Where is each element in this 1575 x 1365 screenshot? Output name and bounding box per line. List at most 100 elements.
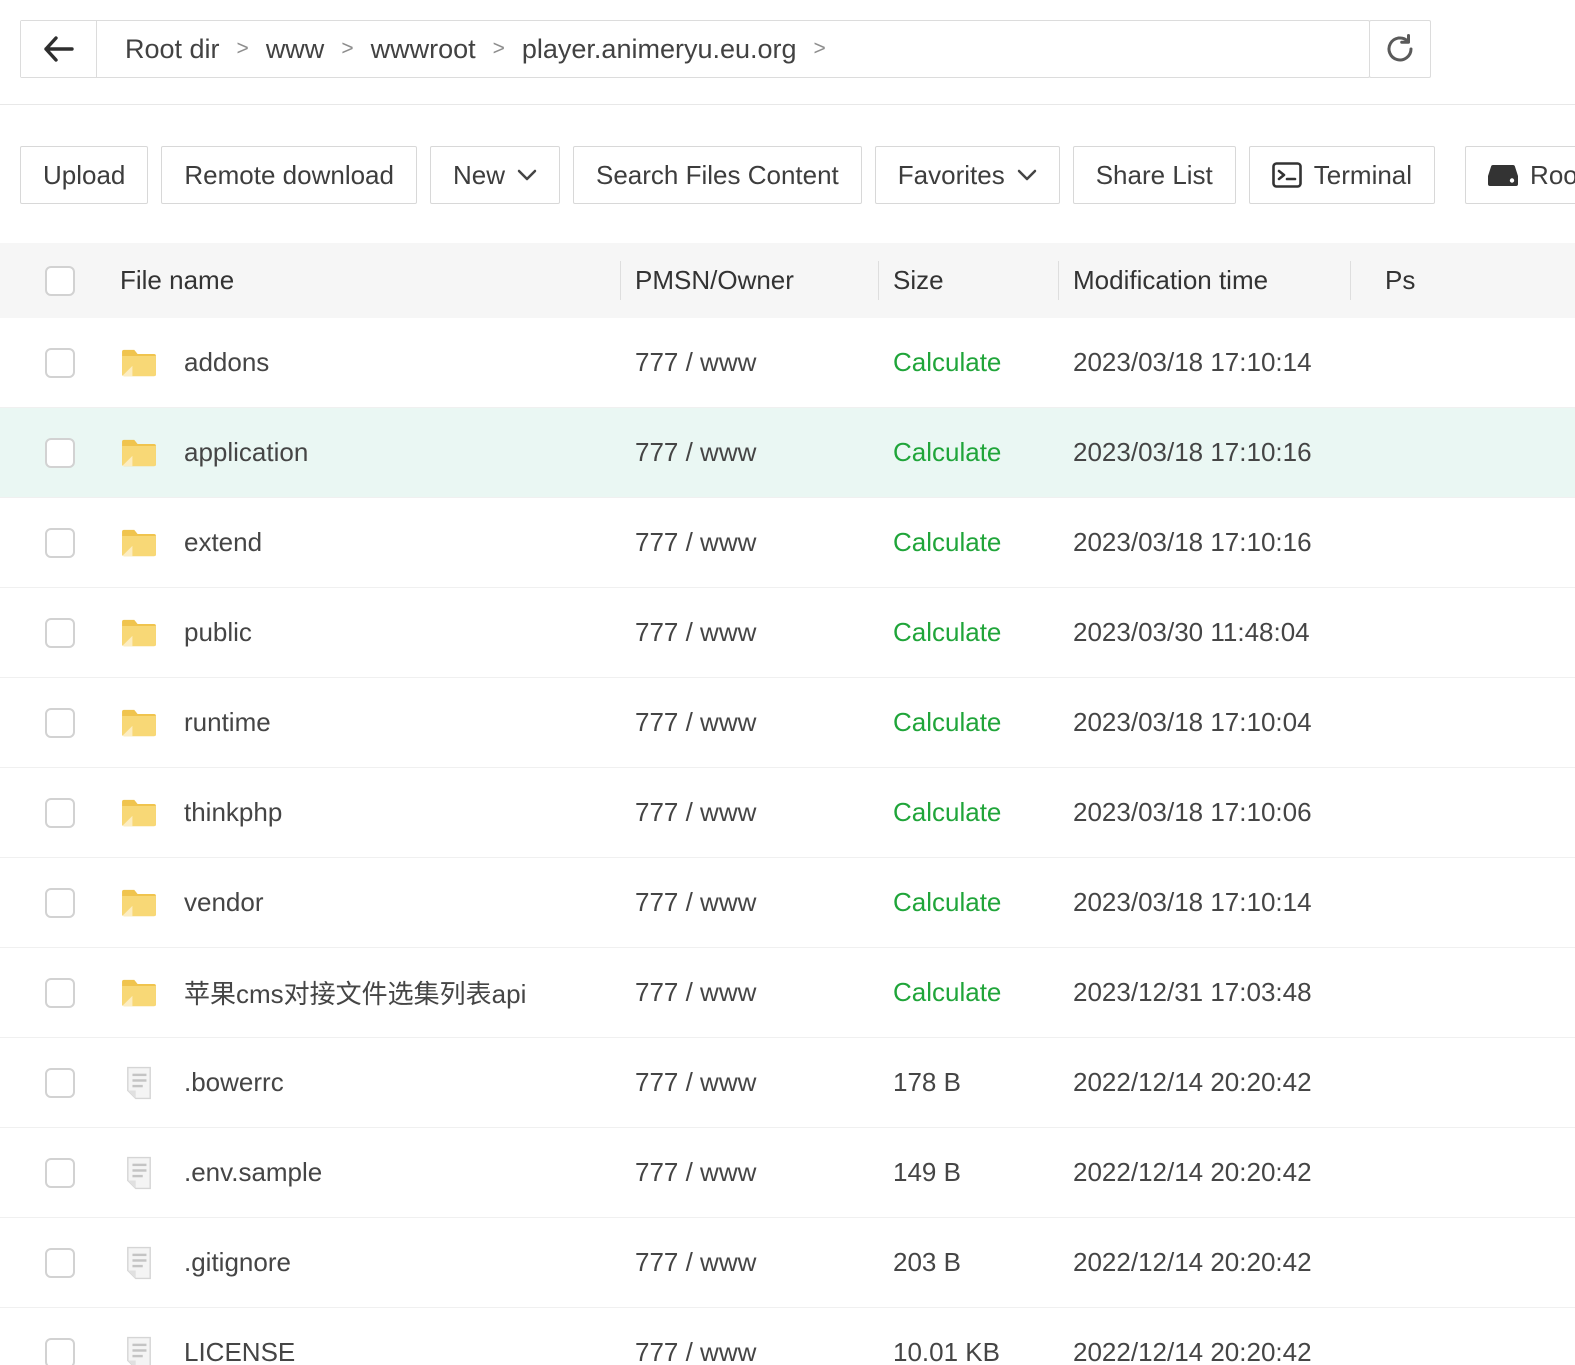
table-header: File name PMSN/Owner Size Modification t… [0,243,1575,318]
table-row[interactable]: application 777 / www Calculate 2023/03/… [0,408,1575,498]
file-name[interactable]: 苹果cms对接文件选集列表api [184,974,526,1011]
root-dir-button[interactable]: Root dir (1 [1465,146,1575,204]
arrow-left-icon [43,35,75,63]
size-cell: 203 B [893,1247,961,1277]
favorites-button[interactable]: Favorites [875,146,1060,204]
file-name[interactable]: .bowerrc [184,1067,284,1098]
file-name[interactable]: public [184,617,252,648]
breadcrumb-item[interactable]: www [266,34,325,65]
table-row[interactable]: .gitignore 777 / www 203 B 2022/12/14 20… [0,1218,1575,1308]
horizontal-divider [0,104,1575,105]
table-row[interactable]: .bowerrc 777 / www 178 B 2022/12/14 20:2… [0,1038,1575,1128]
owner-cell: 777 / www [635,1337,893,1365]
folder-icon [120,707,158,739]
file-name[interactable]: thinkphp [184,797,282,828]
table-row[interactable]: LICENSE 777 / www 10.01 KB 2022/12/14 20… [0,1308,1575,1365]
table-row[interactable]: addons 777 / www Calculate 2023/03/18 17… [0,318,1575,408]
table-row[interactable]: .env.sample 777 / www 149 B 2022/12/14 2… [0,1128,1575,1218]
file-name[interactable]: addons [184,347,269,378]
terminal-label: Terminal [1314,160,1412,191]
terminal-icon [1272,162,1302,188]
root-dir-label: Root dir (1 [1530,160,1575,191]
share-list-label: Share List [1096,160,1213,191]
upload-button[interactable]: Upload [20,146,148,204]
row-checkbox[interactable] [45,528,75,558]
table-row[interactable]: runtime 777 / www Calculate 2023/03/18 1… [0,678,1575,768]
search-files-content-button[interactable]: Search Files Content [573,146,862,204]
row-checkbox[interactable] [45,978,75,1008]
owner-cell: 777 / www [635,527,893,558]
time-cell: 2023/03/18 17:10:16 [1073,437,1365,468]
file-name[interactable]: LICENSE [184,1337,295,1365]
size-cell[interactable]: Calculate [893,617,1001,647]
folder-icon [120,617,158,649]
table-row[interactable]: extend 777 / www Calculate 2023/03/18 17… [0,498,1575,588]
table-row[interactable]: 苹果cms对接文件选集列表api 777 / www Calculate 202… [0,948,1575,1038]
file-name[interactable]: extend [184,527,262,558]
favorites-label: Favorites [898,160,1005,191]
time-cell: 2022/12/14 20:20:42 [1073,1067,1365,1098]
size-cell[interactable]: Calculate [893,797,1001,827]
size-cell[interactable]: Calculate [893,977,1001,1007]
row-checkbox[interactable] [45,708,75,738]
path-box: Root dir>www>wwwroot>player.animeryu.eu.… [20,20,1370,78]
table-row[interactable]: public 777 / www Calculate 2023/03/30 11… [0,588,1575,678]
file-name[interactable]: .gitignore [184,1247,291,1278]
table-row[interactable]: thinkphp 777 / www Calculate 2023/03/18 … [0,768,1575,858]
table-row[interactable]: vendor 777 / www Calculate 2023/03/18 17… [0,858,1575,948]
file-icon [125,1156,153,1190]
size-cell: 10.01 KB [893,1337,1000,1365]
hard-drive-icon [1488,162,1518,188]
owner-cell: 777 / www [635,887,893,918]
file-table: File name PMSN/Owner Size Modification t… [0,243,1575,1365]
row-checkbox[interactable] [45,1158,75,1188]
row-checkbox[interactable] [45,618,75,648]
size-cell: 178 B [893,1067,961,1097]
row-checkbox[interactable] [45,1068,75,1098]
time-cell: 2023/12/31 17:03:48 [1073,977,1365,1008]
breadcrumb-item[interactable]: Root dir [125,34,220,65]
breadcrumb-separator: > [341,37,353,61]
row-checkbox[interactable] [45,1248,75,1278]
folder-icon [120,887,158,919]
owner-cell: 777 / www [635,1247,893,1278]
file-name[interactable]: runtime [184,707,271,738]
size-cell[interactable]: Calculate [893,527,1001,557]
file-icon [125,1246,153,1280]
breadcrumb-item[interactable]: wwwroot [371,34,476,65]
select-all-checkbox[interactable] [45,266,75,296]
folder-icon [120,797,158,829]
file-name[interactable]: application [184,437,308,468]
row-checkbox[interactable] [45,438,75,468]
share-list-button[interactable]: Share List [1073,146,1236,204]
new-label: New [453,160,505,191]
file-name[interactable]: .env.sample [184,1157,322,1188]
row-checkbox[interactable] [45,888,75,918]
chevron-down-icon [517,169,537,181]
owner-cell: 777 / www [635,707,893,738]
folder-icon [120,527,158,559]
refresh-icon [1384,33,1416,65]
row-checkbox[interactable] [45,348,75,378]
owner-cell: 777 / www [635,437,893,468]
file-name[interactable]: vendor [184,887,264,918]
back-button[interactable] [21,21,97,77]
size-cell[interactable]: Calculate [893,437,1001,467]
breadcrumb-separator: > [237,37,249,61]
new-button[interactable]: New [430,146,560,204]
terminal-button[interactable]: Terminal [1249,146,1435,204]
row-checkbox[interactable] [45,1338,75,1365]
remote-download-button[interactable]: Remote download [161,146,417,204]
folder-icon [120,347,158,379]
folder-icon [120,977,158,1009]
size-cell[interactable]: Calculate [893,707,1001,737]
breadcrumb-item[interactable]: player.animeryu.eu.org [522,34,797,65]
table-body: addons 777 / www Calculate 2023/03/18 17… [0,318,1575,1365]
row-checkbox[interactable] [45,798,75,828]
size-cell[interactable]: Calculate [893,347,1001,377]
owner-cell: 777 / www [635,1157,893,1188]
refresh-button[interactable] [1369,20,1431,78]
column-header-ps: Ps [1365,243,1575,318]
owner-cell: 777 / www [635,797,893,828]
size-cell[interactable]: Calculate [893,887,1001,917]
